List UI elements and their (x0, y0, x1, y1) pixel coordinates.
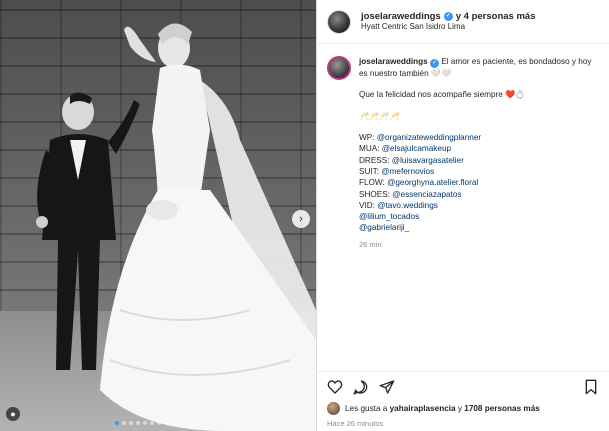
carousel-dots (115, 421, 182, 425)
next-arrow-icon[interactable]: › (292, 210, 310, 228)
credit-link[interactable]: @elsajulcamakeup (382, 144, 451, 153)
credit-item: @lilium_tocados (359, 211, 599, 222)
verified-icon: ✓ (430, 59, 439, 68)
caption: joselaraweddings ✓ El amor es paciente, … (317, 44, 609, 250)
credit-item: DRESS: @luisavargasatelier (359, 155, 464, 165)
liker-username[interactable]: yahairaplasencia (390, 404, 456, 413)
author-username[interactable]: joselaraweddings (361, 11, 441, 23)
credit-item: MUA: @elsajulcamakeup (359, 144, 452, 154)
credit-item: FLOW: @georghyna.atelier.floral (359, 178, 479, 188)
liker-avatar[interactable] (327, 402, 340, 415)
credit-link[interactable]: @gabrielariji_ (359, 223, 409, 232)
credit-item: @gabrielariji_ (359, 222, 599, 233)
caption-line2: Que la felicidad nos acompañe siempre ❤️… (359, 90, 526, 100)
caption-avatar[interactable] (327, 56, 351, 80)
caption-line3: 🥂🥂🥂🥂 (359, 111, 400, 121)
credit-link[interactable]: @georghyna.atelier.floral (387, 178, 478, 187)
caption-username[interactable]: joselaraweddings (359, 57, 428, 66)
credit-link[interactable]: @organizateweddingplanner (377, 133, 481, 142)
verified-icon: ✓ (443, 12, 453, 21)
credit-item: WP: @organizateweddingplanner (359, 132, 482, 142)
likes-count-link[interactable]: 1708 personas más (464, 404, 540, 413)
credit-link[interactable]: @lilium_tocados (359, 212, 419, 221)
action-bar (327, 378, 599, 396)
coauthors-link[interactable]: y 4 personas más (456, 11, 536, 23)
post-details-panel: joselaraweddings ✓ y 4 personas más Hyat… (316, 0, 609, 431)
post-photo[interactable]: › ● (0, 0, 316, 431)
share-icon[interactable] (379, 379, 395, 395)
location-link[interactable]: Hyatt Centric San Isidro Lima (361, 22, 535, 32)
credit-link[interactable]: @mefernovios (381, 167, 434, 176)
credit-item: SUIT: @mefernovios (359, 166, 435, 176)
post-footer: Les gusta a yahairaplasencia y 1708 pers… (317, 371, 609, 431)
credit-link[interactable]: @essenciazapatos (392, 190, 461, 199)
credit-item: SHOES: @essenciazapatos (359, 189, 462, 199)
bookmark-icon[interactable] (583, 379, 599, 395)
post-time-ago: Hace 26 minutos (327, 419, 384, 428)
comment-icon[interactable] (353, 379, 369, 395)
tag-icon[interactable]: ● (6, 407, 20, 421)
author-avatar[interactable] (327, 9, 351, 34)
bride-figure (100, 23, 316, 431)
post-header: joselaraweddings ✓ y 4 personas más Hyat… (317, 0, 609, 44)
credit-item: VID: @tavo.weddings (359, 200, 438, 210)
credit-link[interactable]: @luisavargasatelier (392, 156, 464, 165)
likes-summary: Les gusta a yahairaplasencia y 1708 pers… (327, 402, 599, 415)
credits-list: WP: @organizateweddingplanner MUA: @elsa… (359, 132, 599, 234)
heart-icon[interactable] (327, 379, 343, 395)
caption-time: 26 min (359, 239, 382, 249)
credit-link[interactable]: @tavo.weddings (377, 201, 438, 210)
